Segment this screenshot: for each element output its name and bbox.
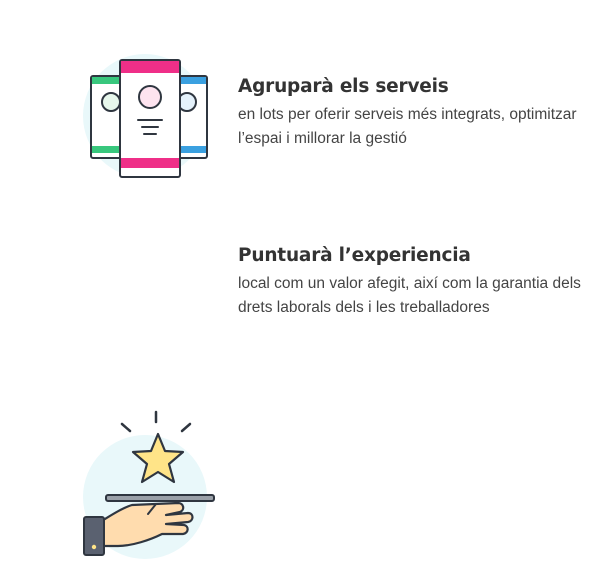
- feature-text: Puntuarà l’experiencia local com un valo…: [238, 243, 583, 320]
- service-cards-icon: [70, 40, 220, 190]
- feature-title: Agruparà els serveis: [238, 76, 449, 97]
- feature-description: en lots per oferir serveis més integrats…: [238, 106, 577, 147]
- feature-experience-rating: Puntuarà l’experiencia local com un valo…: [0, 200, 600, 559]
- hand-star-icon: [70, 400, 220, 580]
- feature-service-grouping: Agruparà els serveis en lots per oferir …: [0, 0, 600, 200]
- feature-text: Agruparà els serveis en lots per oferir …: [238, 74, 583, 151]
- feature-title: Puntuarà l’experiencia: [238, 245, 471, 266]
- feature-description: local com un valor afegit, així com la g…: [238, 275, 581, 316]
